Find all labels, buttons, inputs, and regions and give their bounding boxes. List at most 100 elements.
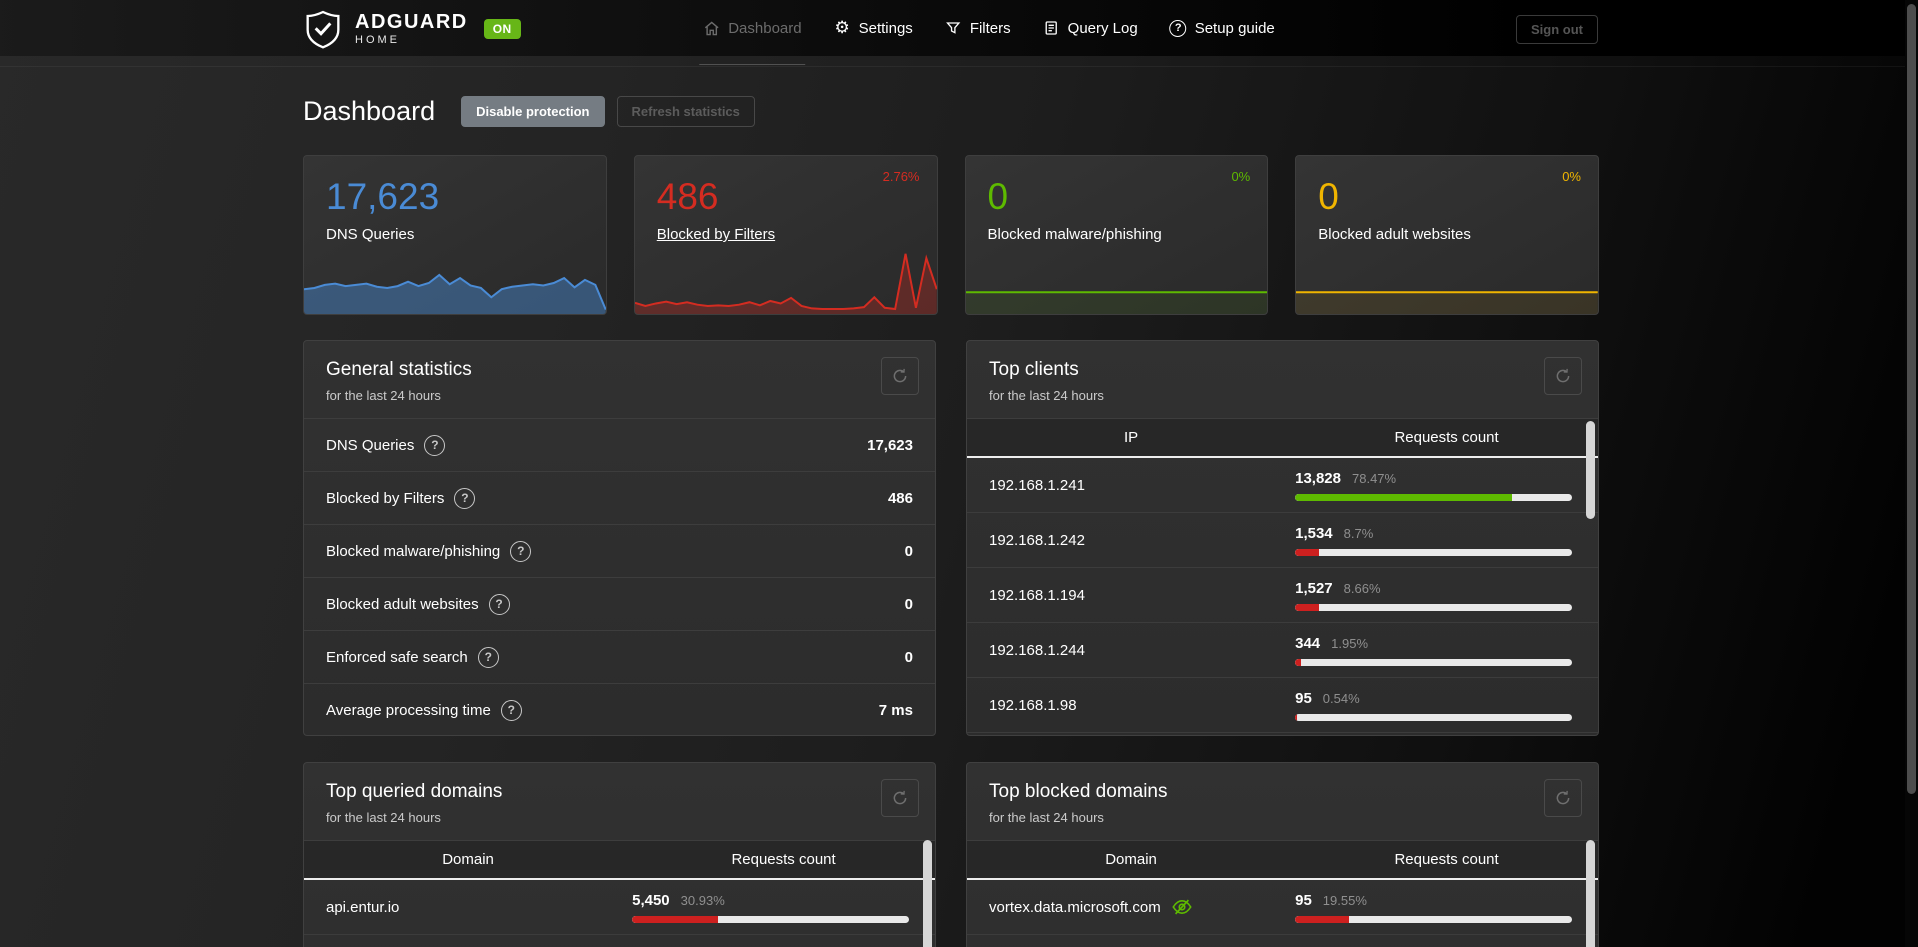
nav-item-label: Settings: [858, 19, 913, 37]
column-header-requests: Requests count: [731, 851, 836, 868]
nav-item-settings[interactable]: ⚙ Settings: [834, 17, 913, 38]
top-queried-domains-panel: Top queried domains for the last 24 hour…: [303, 762, 936, 947]
nav-item-filters[interactable]: Filters: [945, 20, 1011, 37]
table-header: IP Requests count: [967, 418, 1598, 458]
nav-item-setup-guide[interactable]: ? Setup guide: [1169, 19, 1275, 37]
stat-value: 7 ms: [878, 701, 913, 719]
blocked-malware-percent: 0%: [1231, 169, 1251, 184]
stat-value: 0: [904, 542, 913, 560]
progress-bar: [1295, 548, 1572, 556]
card-blocked-malware: 0 Blocked malware/phishing 0%: [964, 155, 1269, 315]
disable-protection-button[interactable]: Disable protection: [461, 96, 605, 127]
brand-logo[interactable]: ADGUARD HOME ON: [303, 8, 521, 50]
blocked-malware-value: 0: [987, 176, 1009, 217]
client-ip[interactable]: 192.168.1.242: [989, 532, 1085, 549]
gear-icon: ⚙: [834, 17, 850, 38]
refresh-panel-button[interactable]: [1544, 357, 1582, 395]
help-icon[interactable]: ?: [424, 434, 446, 456]
stat-label: Blocked malware/phishing?: [326, 540, 532, 562]
blocked-malware-label[interactable]: Blocked malware/phishing: [988, 226, 1162, 243]
table-row: vortex.data.microsoft.com 95 19.55%: [967, 880, 1598, 935]
dns-queries-sparkline: [304, 252, 606, 314]
nav-item-dashboard[interactable]: Dashboard: [699, 20, 807, 65]
help-icon[interactable]: ?: [477, 646, 499, 668]
queried-domain[interactable]: api.entur.io: [326, 899, 399, 916]
panel-subtitle: for the last 24 hours: [989, 810, 1104, 825]
top-navigation: Dashboard ⚙ Settings Filters Query Log ?…: [699, 0, 1275, 65]
requests-count: 344: [1295, 634, 1321, 652]
nav-item-query-log[interactable]: Query Log: [1043, 20, 1138, 37]
funnel-icon: [945, 20, 962, 37]
blocked-domain[interactable]: vortex.data.microsoft.com: [989, 899, 1161, 916]
top-bar: ADGUARD HOME ON Dashboard ⚙ Settings Fil…: [0, 0, 1918, 65]
card-dns-queries: 17,623 DNS Queries: [303, 155, 607, 315]
browser-scrollbar: [1905, 0, 1918, 947]
panel-subtitle: for the last 24 hours: [989, 388, 1104, 403]
progress-bar-fill: [1295, 493, 1513, 501]
client-ip[interactable]: 192.168.1.241: [989, 477, 1085, 494]
requests-percent: 8.7%: [1343, 525, 1374, 541]
stat-label-text: Blocked by Filters: [326, 489, 445, 507]
stat-row: Blocked malware/phishing? 0: [304, 524, 935, 577]
refresh-icon: [1556, 790, 1570, 805]
requests-count: 13,828: [1295, 469, 1341, 487]
brand-text: ADGUARD HOME: [355, 12, 468, 46]
refresh-panel-button[interactable]: [881, 779, 919, 817]
panel-title: Top queried domains: [326, 781, 503, 802]
general-statistics-panel: General statistics for the last 24 hours…: [303, 340, 936, 736]
table-row: 192.168.1.242 1,534 8.7%: [967, 513, 1598, 568]
client-ip[interactable]: 192.168.1.194: [989, 587, 1085, 604]
sign-out-button[interactable]: Sign out: [1516, 15, 1598, 44]
panel-header: Top blocked domains for the last 24 hour…: [967, 763, 1598, 840]
panel-subtitle: for the last 24 hours: [326, 810, 441, 825]
panel-scrollbar-thumb[interactable]: [1586, 840, 1595, 947]
blocked-adult-label[interactable]: Blocked adult websites: [1318, 226, 1471, 243]
panel-scrollbar-thumb[interactable]: [1586, 421, 1595, 519]
refresh-panel-button[interactable]: [1544, 779, 1582, 817]
blocked-malware-sparkline: [965, 252, 1268, 314]
blocked-filters-link[interactable]: Blocked by Filters: [657, 226, 775, 243]
help-icon[interactable]: ?: [454, 487, 476, 509]
help-icon[interactable]: ?: [500, 699, 522, 721]
help-icon[interactable]: ?: [488, 593, 510, 615]
eye-off-icon[interactable]: [1171, 896, 1193, 918]
refresh-statistics-button[interactable]: Refresh statistics: [616, 96, 755, 127]
panel-header: General statistics for the last 24 hours: [304, 341, 935, 418]
progress-bar: [1295, 713, 1572, 721]
progress-bar: [1295, 915, 1572, 923]
dns-queries-label[interactable]: DNS Queries: [326, 226, 414, 243]
browser-scrollbar-thumb[interactable]: [1907, 4, 1916, 794]
requests-count: 95: [1295, 689, 1312, 707]
panel-subtitle: for the last 24 hours: [326, 388, 441, 403]
top-clients-panel: Top clients for the last 24 hours IP Req…: [966, 340, 1599, 736]
stat-value: 486: [887, 489, 913, 507]
refresh-panel-button[interactable]: [881, 357, 919, 395]
help-icon[interactable]: ?: [510, 540, 532, 562]
requests-percent: 30.93%: [680, 892, 725, 908]
brand-name: ADGUARD: [355, 11, 468, 33]
client-ip[interactable]: 192.168.1.98: [989, 697, 1077, 714]
progress-bar-fill: [1295, 713, 1297, 721]
dns-queries-value: 17,623: [326, 176, 440, 217]
document-icon: [1043, 20, 1060, 37]
stat-label-text: Average processing time: [326, 701, 491, 719]
table-row: 192.168.1.241 13,828 78.47%: [967, 458, 1598, 513]
requests-percent: 8.66%: [1343, 580, 1381, 596]
top-blocked-domains-panel: Top blocked domains for the last 24 hour…: [966, 762, 1599, 947]
table-row: 192.168.1.244 344 1.95%: [967, 623, 1598, 678]
panel-scrollbar-thumb[interactable]: [923, 840, 932, 947]
panel-title: General statistics: [326, 359, 472, 380]
column-header-domain: Domain: [1105, 851, 1157, 868]
refresh-icon: [893, 368, 907, 383]
nav-item-label: Filters: [969, 19, 1011, 37]
requests-percent: 1.95%: [1331, 635, 1369, 651]
stat-row: Enforced safe search? 0: [304, 630, 935, 683]
panel-header: Top clients for the last 24 hours: [967, 341, 1598, 418]
requests-percent: 78.47%: [1352, 470, 1397, 486]
progress-bar: [1295, 658, 1572, 666]
blocked-adult-value: 0: [1318, 176, 1339, 217]
stat-label: DNS Queries?: [326, 434, 446, 456]
progress-bar: [632, 915, 909, 923]
client-ip[interactable]: 192.168.1.244: [989, 642, 1085, 659]
stat-row: Average processing time? 7 ms: [304, 683, 935, 735]
